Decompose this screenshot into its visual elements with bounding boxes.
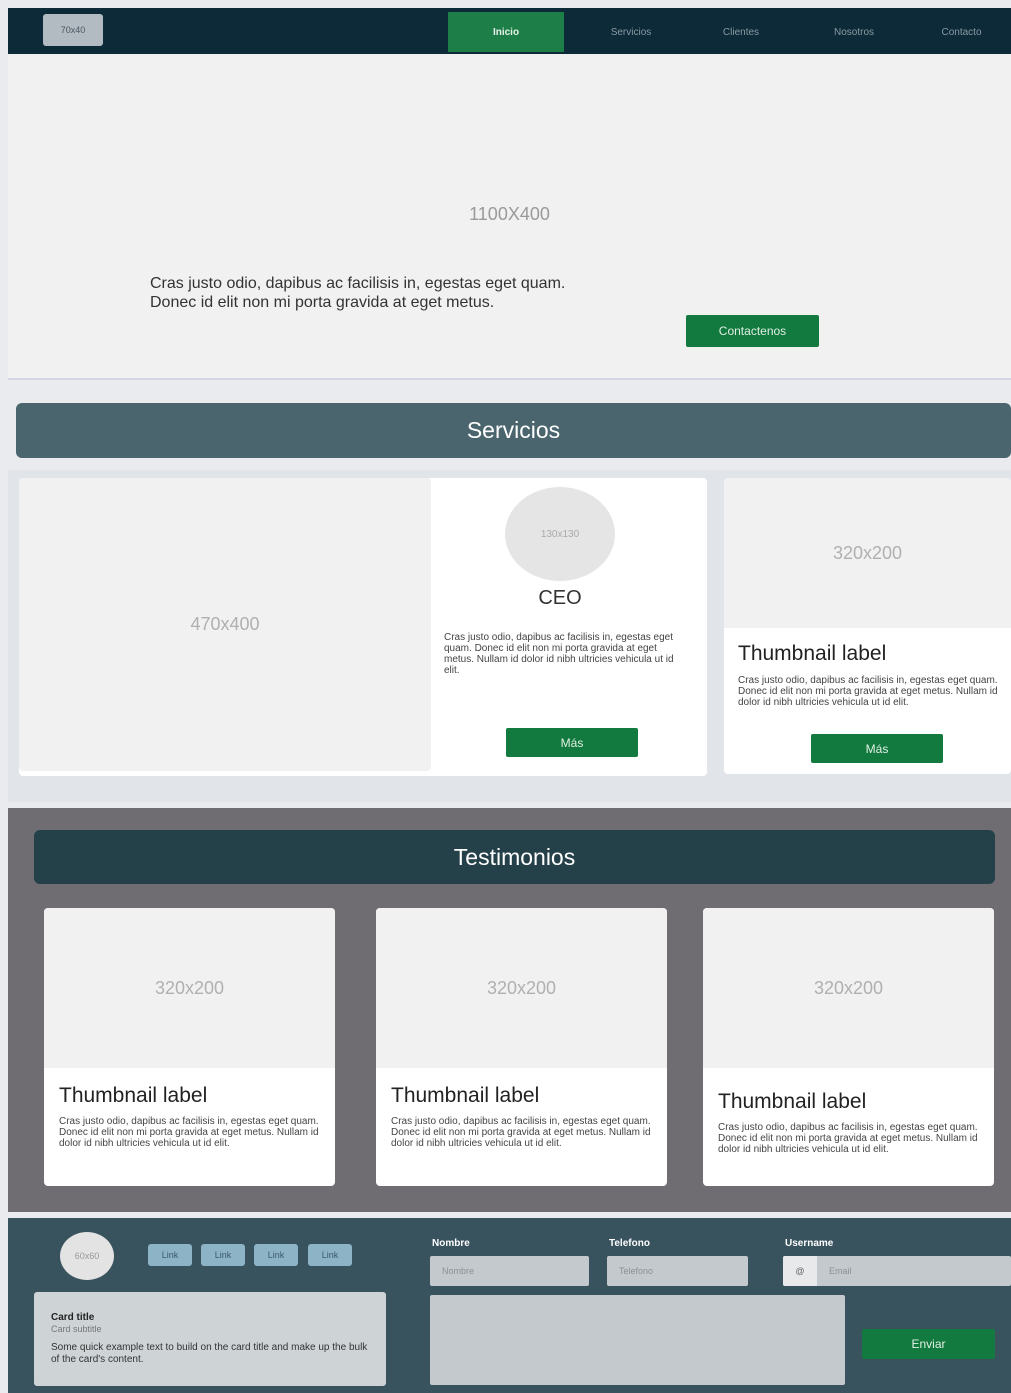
ceo-title: CEO: [538, 587, 582, 609]
testimonio-card: 320x200 Thumbnail label Cras justo odio,…: [44, 908, 335, 1186]
nav-item-contacto[interactable]: Contacto: [912, 12, 1011, 52]
ceo-mas-button[interactable]: Más: [506, 728, 638, 757]
testimonio-text: Cras justo odio, dapibus ac facilisis in…: [718, 1122, 978, 1155]
servicios-section: 470x400 130x130 CEO Cras justo odio, dap…: [8, 470, 1011, 802]
contactenos-button[interactable]: Contactenos: [686, 315, 819, 347]
footer-link[interactable]: Link: [201, 1244, 245, 1266]
thumbnail-image-placeholder: 320x200: [724, 478, 1011, 628]
ceo-avatar-placeholder: 130x130: [505, 487, 615, 581]
nav-item-inicio[interactable]: Inicio: [448, 12, 564, 52]
nombre-label: Nombre: [432, 1238, 470, 1249]
telefono-label: Telefono: [609, 1238, 650, 1249]
servicios-thumbnail-card: 320x200 Thumbnail label Cras justo odio,…: [724, 478, 1011, 774]
footer-link[interactable]: Link: [254, 1244, 298, 1266]
footer-card-title: Card title: [51, 1312, 95, 1323]
testimonios-header: Testimonios: [34, 830, 995, 884]
footer-link[interactable]: Link: [148, 1244, 192, 1266]
servicios-header: Servicios: [16, 403, 1011, 458]
hero-text: Cras justo odio, dapibus ac facilisis in…: [150, 275, 566, 311]
navbar: 70x40 Inicio Servicios Clientes Nosotros…: [8, 8, 1011, 54]
footer-link[interactable]: Link: [308, 1244, 352, 1266]
nav-item-clientes[interactable]: Clientes: [686, 12, 796, 52]
username-label: Username: [785, 1238, 834, 1249]
ceo-text: Cras justo odio, dapibus ac facilisis in…: [444, 632, 674, 676]
enviar-button[interactable]: Enviar: [862, 1329, 995, 1359]
thumbnail-label: Thumbnail label: [738, 642, 887, 665]
hero-banner: 1100X400 Cras justo odio, dapibus ac fac…: [8, 54, 1011, 380]
email-input[interactable]: [817, 1256, 1011, 1286]
footer-card: Card title Card subtitle Some quick exam…: [34, 1292, 386, 1386]
testimonio-text: Cras justo odio, dapibus ac facilisis in…: [391, 1116, 651, 1149]
message-textarea[interactable]: [430, 1295, 845, 1385]
servicios-image-placeholder: 470x400: [19, 478, 431, 771]
thumbnail-mas-button[interactable]: Más: [811, 734, 943, 763]
testimonio-image-placeholder: 320x200: [703, 908, 994, 1068]
testimonio-label: Thumbnail label: [59, 1084, 208, 1107]
testimonio-image-placeholder: 320x200: [44, 908, 335, 1068]
hero-image-placeholder: 1100X400: [469, 204, 550, 224]
footer-card-text: Some quick example text to build on the …: [51, 1342, 368, 1365]
footer-card-subtitle: Card subtitle: [51, 1324, 102, 1334]
testimonio-label: Thumbnail label: [391, 1084, 540, 1107]
thumbnail-text: Cras justo odio, dapibus ac facilisis in…: [738, 675, 998, 708]
testimonio-card: 320x200 Thumbnail label Cras justo odio,…: [703, 908, 994, 1186]
testimonio-card: 320x200 Thumbnail label Cras justo odio,…: [376, 908, 667, 1186]
testimonio-label: Thumbnail label: [718, 1090, 867, 1113]
testimonio-text: Cras justo odio, dapibus ac facilisis in…: [59, 1116, 319, 1149]
nombre-input[interactable]: [430, 1256, 589, 1286]
logo-placeholder[interactable]: 70x40: [43, 14, 103, 46]
nav-item-servicios[interactable]: Servicios: [576, 12, 686, 52]
nav-item-nosotros[interactable]: Nosotros: [796, 12, 912, 52]
email-input-group: @: [783, 1256, 1011, 1286]
at-sign-icon: @: [783, 1256, 817, 1286]
testimonio-image-placeholder: 320x200: [376, 908, 667, 1068]
footer-avatar-placeholder: 60x60: [60, 1232, 114, 1280]
telefono-input[interactable]: [607, 1256, 748, 1286]
